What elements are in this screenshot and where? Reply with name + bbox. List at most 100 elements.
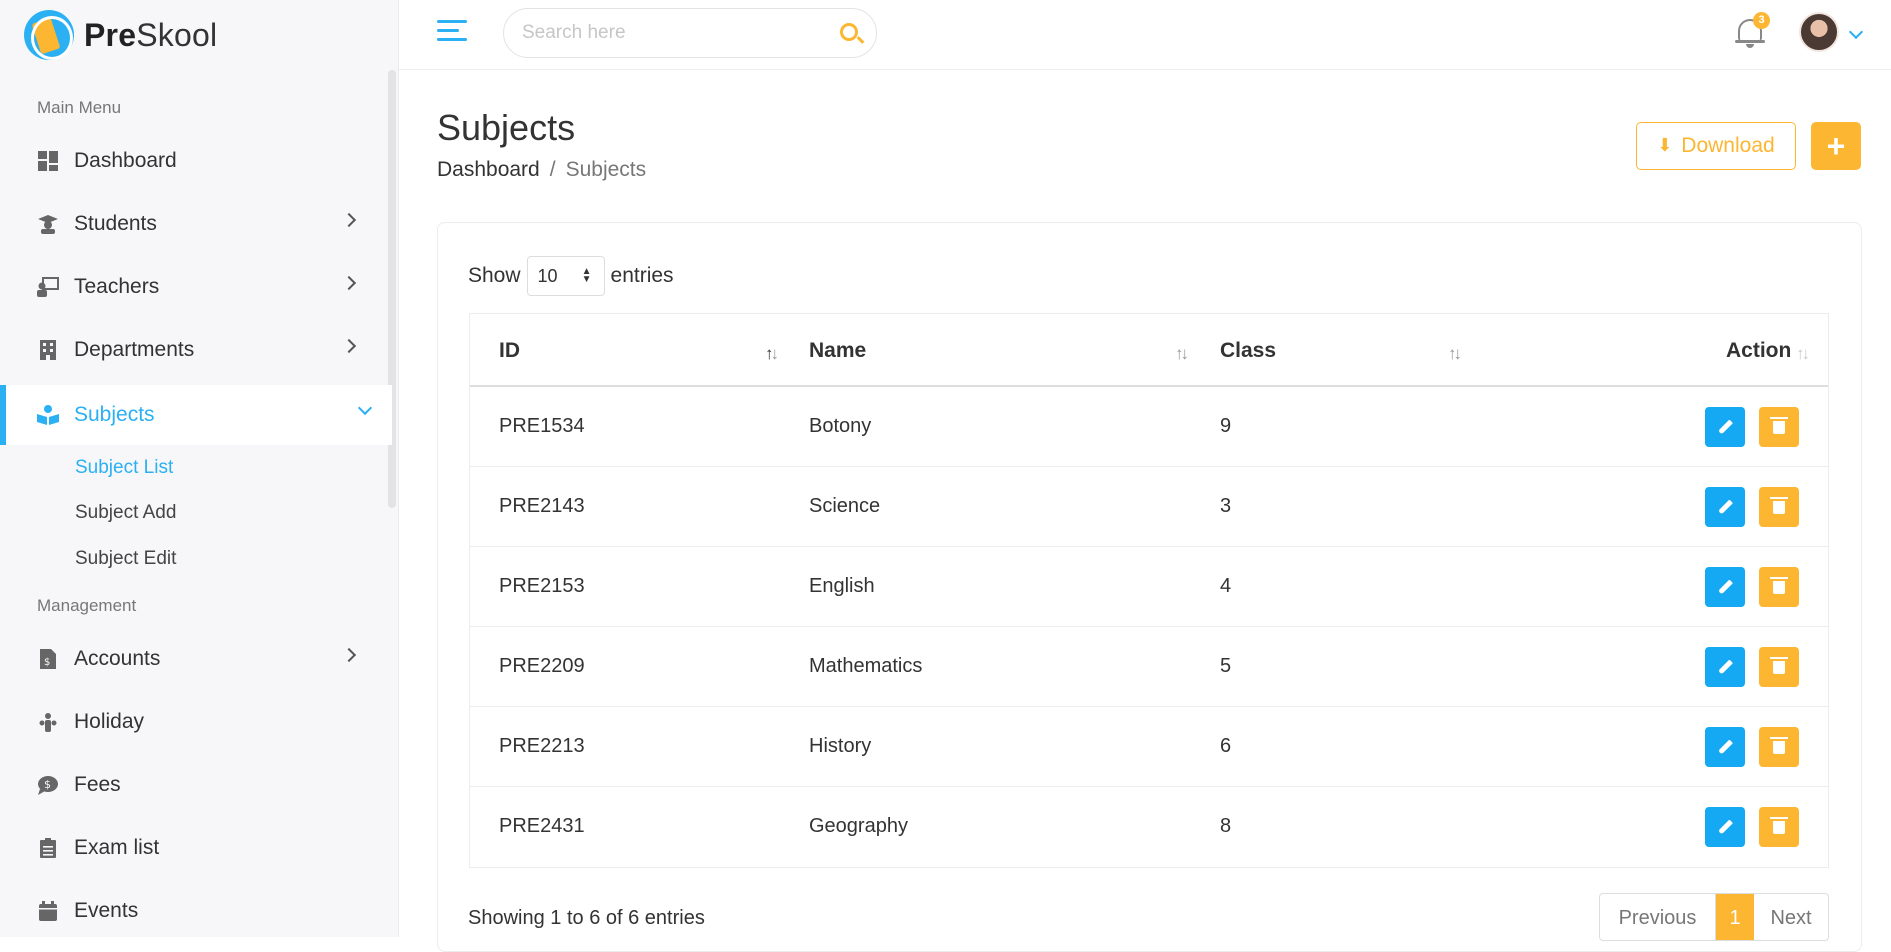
delete-button[interactable] <box>1759 807 1799 847</box>
search-input[interactable] <box>522 22 822 44</box>
edit-button[interactable] <box>1705 487 1745 527</box>
avatar[interactable] <box>1799 12 1839 52</box>
cell-id: PRE1534 <box>499 415 585 437</box>
menu-section-title: Main Menu <box>37 98 122 117</box>
cell-class: 3 <box>1220 495 1232 517</box>
sidebar-item-departments[interactable]: Departments <box>0 319 392 381</box>
sidebar-item-teachers[interactable]: Teachers <box>0 256 392 318</box>
menu-toggle-icon[interactable] <box>437 20 467 48</box>
sidebar-item-students[interactable]: Students <box>0 193 392 255</box>
download-button[interactable]: Download <box>1636 122 1796 170</box>
table-row: PRE1534 Botony 9 <box>470 387 1828 467</box>
trash-icon <box>1770 576 1788 594</box>
cell-class: 5 <box>1220 655 1232 677</box>
book-reader-icon <box>37 404 59 426</box>
previous-page-button[interactable]: Previous <box>1600 894 1716 940</box>
sidebar: PreSkool Main Menu Dashboard Students Te… <box>0 0 399 937</box>
clipboard-list-icon <box>37 837 59 859</box>
svg-text:$: $ <box>44 657 50 668</box>
calendar-icon <box>37 900 59 922</box>
chevron-right-icon <box>341 212 357 228</box>
chevron-right-icon <box>341 275 357 291</box>
page-size-select[interactable]: 10 ▲ ▼ <box>526 256 605 296</box>
sidebar-item-accounts[interactable]: $ Accounts <box>0 628 392 690</box>
column-header-id[interactable]: ID <box>499 339 520 363</box>
show-label: Show <box>468 264 521 287</box>
pencil-icon <box>1717 819 1733 835</box>
select-arrows-icon: ▲ ▼ <box>581 266 592 285</box>
pencil-icon <box>1717 579 1733 595</box>
breadcrumb-separator: / <box>549 158 556 181</box>
page-title: Subjects <box>437 107 576 148</box>
edit-button[interactable] <box>1705 647 1745 687</box>
subjects-card: Show 10 ▲ ▼ entries ID ↑↓ Name ↑↓ Class ↑… <box>437 222 1862 952</box>
edit-button[interactable] <box>1705 567 1745 607</box>
trash-icon <box>1770 816 1788 834</box>
cell-name: History <box>809 735 872 757</box>
delete-button[interactable] <box>1759 727 1799 767</box>
cell-id: PRE2153 <box>499 575 585 597</box>
entries-label: entries <box>610 264 674 287</box>
logo-icon <box>24 10 74 60</box>
column-header-name[interactable]: Name <box>809 339 866 363</box>
teacher-icon <box>37 276 59 298</box>
dollar-comment-icon: $ <box>37 774 59 796</box>
pencil-icon <box>1717 739 1733 755</box>
cell-class: 8 <box>1220 815 1232 837</box>
file-invoice-dollar-icon: $ <box>37 648 59 670</box>
holiday-icon <box>37 711 59 733</box>
sidebar-item-label: Departments <box>74 338 195 361</box>
sidebar-item-fees[interactable]: $ Fees <box>0 754 392 816</box>
breadcrumb-link-dashboard[interactable]: Dashboard <box>437 158 540 181</box>
cell-id: PRE2213 <box>499 735 585 757</box>
page-length-control: Show 10 ▲ ▼ entries <box>468 256 674 296</box>
delete-button[interactable] <box>1759 407 1799 447</box>
sort-icon[interactable]: ↑↓ <box>1175 344 1189 364</box>
download-label: Download <box>1681 134 1775 157</box>
cell-name: English <box>809 575 875 597</box>
column-header-class[interactable]: Class <box>1220 339 1276 363</box>
page-size-value: 10 <box>537 265 558 286</box>
next-page-button[interactable]: Next <box>1754 894 1828 940</box>
sort-icon[interactable]: ↑↓ <box>1448 344 1462 364</box>
sidebar-subitem-subject-edit[interactable]: Subject Edit <box>75 548 176 570</box>
delete-button[interactable] <box>1759 647 1799 687</box>
menu-section-title: Management <box>37 596 137 615</box>
edit-button[interactable] <box>1705 807 1745 847</box>
add-subject-button[interactable]: + <box>1811 122 1861 170</box>
sidebar-item-dashboard[interactable]: Dashboard <box>0 130 392 192</box>
sidebar-item-label: Accounts <box>74 647 161 670</box>
sidebar-subitem-subject-list[interactable]: Subject List <box>75 457 173 479</box>
sidebar-item-exam-list[interactable]: Exam list <box>0 817 392 879</box>
sidebar-item-label: Events <box>74 899 139 922</box>
cell-name: Science <box>809 495 881 517</box>
page-number-button[interactable]: 1 <box>1716 894 1754 940</box>
chevron-right-icon <box>341 647 357 663</box>
cell-id: PRE2431 <box>499 815 585 837</box>
edit-button[interactable] <box>1705 407 1745 447</box>
sidebar-subitem-subject-add[interactable]: Subject Add <box>75 502 176 524</box>
table-header: ID ↑↓ Name ↑↓ Class ↑↓ Action ↑↓ <box>470 314 1828 387</box>
column-header-action: Action <box>1726 339 1792 362</box>
chevron-down-icon[interactable] <box>1848 24 1864 40</box>
breadcrumb: Dashboard / Subjects <box>437 158 646 182</box>
search-icon[interactable] <box>840 23 858 41</box>
table-row: PRE2431 Geography 8 <box>470 787 1828 867</box>
table-row: PRE2143 Science 3 <box>470 467 1828 547</box>
logo[interactable]: PreSkool <box>24 8 217 62</box>
sidebar-item-label: Students <box>74 212 157 235</box>
cell-class: 4 <box>1220 575 1232 597</box>
building-icon <box>37 339 59 361</box>
sort-icon[interactable]: ↑↓ <box>765 344 779 364</box>
search-box <box>503 8 877 58</box>
edit-button[interactable] <box>1705 727 1745 767</box>
pagination: Previous 1 Next <box>1599 893 1829 941</box>
sidebar-item-events[interactable]: Events <box>0 880 392 942</box>
trash-icon <box>1770 656 1788 674</box>
sidebar-item-holiday[interactable]: Holiday <box>0 691 392 753</box>
cell-name: Botony <box>809 415 872 437</box>
delete-button[interactable] <box>1759 487 1799 527</box>
subjects-table: ID ↑↓ Name ↑↓ Class ↑↓ Action ↑↓ PRE1534… <box>469 313 1829 868</box>
delete-button[interactable] <box>1759 567 1799 607</box>
sidebar-item-subjects[interactable]: Subjects <box>0 385 392 445</box>
